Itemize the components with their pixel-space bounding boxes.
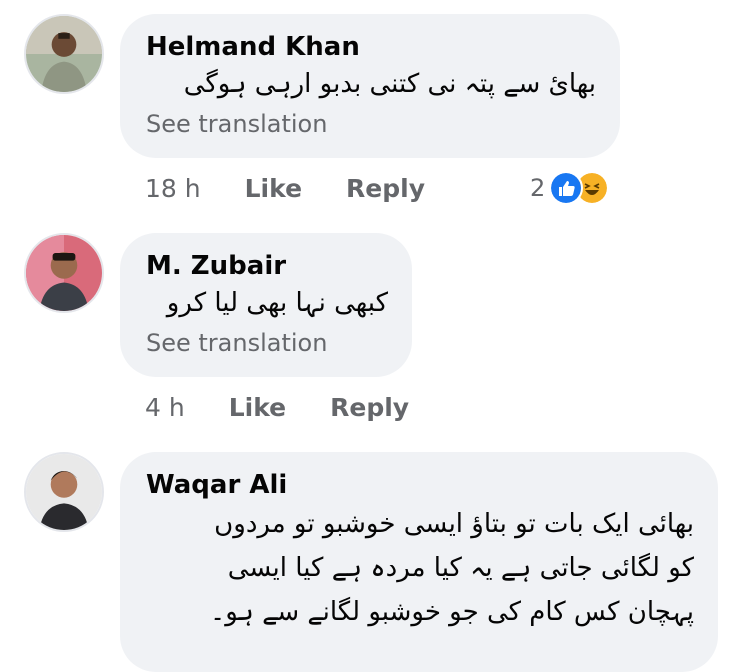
comment-text: بھائ سے پتہ نی کتنی بدبو ارہی ہوگی: [183, 69, 596, 99]
comment-author[interactable]: Helmand Khan: [146, 30, 596, 64]
comment-actions: 18 h Like Reply: [145, 174, 425, 203]
reply-button[interactable]: Reply: [346, 174, 425, 203]
comment-text-line: کو لگائی جاتی ہے یہ کیا مردہ ہے کیا ایسی: [227, 553, 694, 583]
reaction-summary[interactable]: 2: [530, 171, 610, 205]
comment-time[interactable]: 18 h: [145, 174, 201, 203]
avatar[interactable]: [24, 233, 104, 313]
like-icon: [549, 171, 584, 205]
like-button[interactable]: Like: [229, 393, 286, 422]
comment-actions: 4 h Like Reply: [145, 393, 409, 422]
avatar[interactable]: [24, 452, 104, 532]
comment-time[interactable]: 4 h: [145, 393, 185, 422]
comment-text-line: بھائی ایک بات تو بتاؤ ایسی خوشبو تو مردو…: [214, 509, 694, 539]
like-button[interactable]: Like: [245, 174, 302, 203]
see-translation-link[interactable]: See translation: [146, 108, 596, 140]
comment-bubble: M. Zubair کبھی نہا بھی لیا کرو See trans…: [120, 233, 412, 377]
comment-text: کبھی نہا بھی لیا کرو: [166, 288, 388, 318]
comment-author[interactable]: Waqar Ali: [146, 468, 694, 502]
avatar[interactable]: [24, 14, 104, 94]
comment-bubble: Helmand Khan بھائ سے پتہ نی کتنی بدبو ار…: [120, 14, 620, 158]
comment-bubble: Waqar Ali بھائی ایک بات تو بتاؤ ایسی خوش…: [120, 452, 718, 672]
comment-author[interactable]: M. Zubair: [146, 249, 388, 283]
comment-text-line: پہچان کس کام کی جو خوشبو لگانے سے ہو۔: [209, 597, 694, 627]
avatar-photo-icon: [26, 16, 102, 92]
reply-button[interactable]: Reply: [330, 393, 409, 422]
avatar-photo-icon: [26, 235, 102, 311]
reaction-count: 2: [530, 174, 546, 202]
avatar-photo-icon: [26, 454, 102, 530]
see-translation-link[interactable]: See translation: [146, 327, 388, 359]
